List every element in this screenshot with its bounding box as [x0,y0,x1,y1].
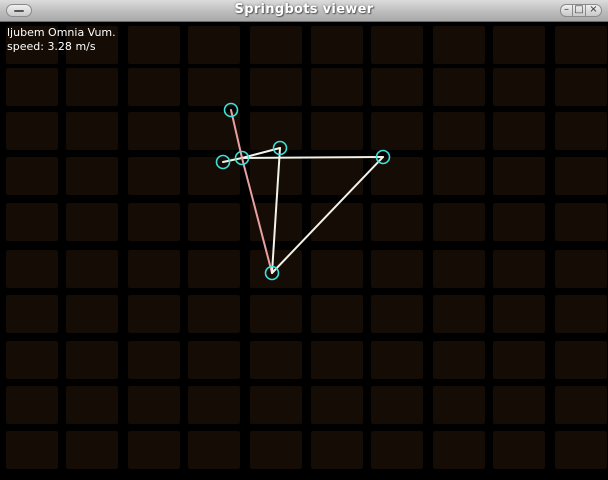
minimize-button[interactable]: – [560,4,573,17]
speed-label: speed: [7,40,44,53]
minimize-icon: – [564,4,569,15]
speed-value: 3.28 [47,40,72,53]
spring-n-left-n-hub [222,157,243,163]
window-title: Springbots viewer [234,2,374,17]
speed-readout: speed: 3.28 m/s [7,40,116,54]
spring-n-mid-n-bottom [271,147,281,274]
springbot-creature [215,102,391,281]
maximize-icon: □ [574,4,584,15]
spring-n-hub-n-bottom [241,157,273,274]
springbots-viewer-window: Springbots viewer – □ × ljubem Omnia Vum… [0,0,608,480]
spring-n-hub-n-right [241,156,384,159]
spring-n-right-n-bottom [271,156,384,274]
close-icon: × [589,4,598,15]
title-bar[interactable]: Springbots viewer – □ × [0,0,608,22]
simulation-canvas[interactable]: ljubem Omnia Vum. speed: 3.28 m/s [0,22,608,480]
speed-unit: m/s [75,40,96,53]
spring-n-top-n-hub [230,109,243,159]
creature-name: ljubem Omnia Vum. [7,26,116,39]
maximize-button[interactable]: □ [573,4,586,17]
close-button[interactable]: × [586,4,602,17]
hud-overlay: ljubem Omnia Vum. speed: 3.28 m/s [7,26,116,54]
